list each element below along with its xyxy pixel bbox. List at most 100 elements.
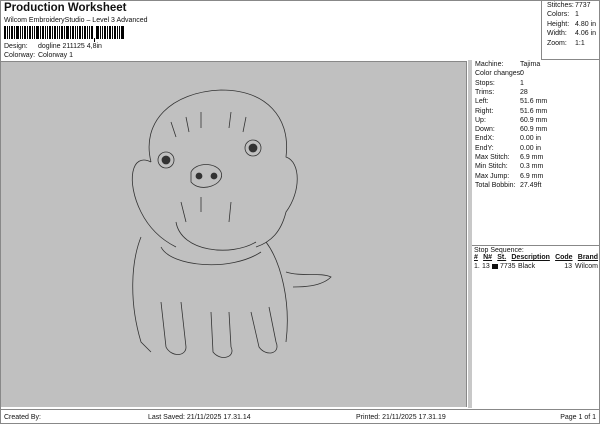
stop-sequence: Stop Sequence: # N# St. Description Code… — [472, 245, 600, 273]
barcode-bar — [96, 26, 99, 39]
barcode-bar — [59, 26, 60, 39]
stat-value: 0.00 in — [520, 135, 542, 143]
stat-value: 6.9 mm — [520, 172, 544, 180]
page-number: Page 1 of 1 — [560, 414, 596, 421]
stat-label: Stops: — [475, 79, 495, 87]
stat-row: Trims: 28 — [475, 89, 528, 96]
barcode-bar — [27, 26, 28, 39]
stat-label: EndY: — [475, 144, 494, 152]
summary-row: Zoom: 1:1 — [547, 40, 600, 49]
barcode-bar — [89, 26, 90, 39]
barcode-bar — [57, 26, 58, 39]
stat-value: 51.6 mm — [520, 98, 548, 106]
barcode-bar — [75, 26, 76, 39]
barcode-bar — [11, 26, 13, 39]
barcode-bar — [61, 26, 63, 39]
summary-label: Width: — [547, 30, 567, 38]
stat-label: Total Bobbin: — [475, 181, 516, 189]
barcode-bar — [20, 26, 21, 39]
stat-label: Left: — [475, 98, 489, 106]
barcode-bar — [72, 26, 74, 39]
summary-row: Height: 4.80 in — [547, 21, 600, 30]
summary-label: Zoom: — [547, 39, 567, 47]
barcode-bar — [77, 26, 78, 39]
stat-label: Max Stitch: — [475, 154, 510, 161]
col-n: N# — [483, 254, 493, 261]
created-by: Created By: — [4, 414, 41, 421]
colorway-label: Colorway: — [4, 52, 36, 59]
barcode-bar — [34, 26, 35, 39]
barcode-bar — [16, 26, 19, 39]
printed-date: Printed: 21/11/2025 17.31.19 — [356, 414, 446, 421]
stat-row: Max Stitch: 6.9 mm — [475, 154, 543, 161]
summary-value: 4.06 in — [575, 30, 597, 38]
barcode-bar — [64, 26, 65, 39]
color-swatch — [492, 264, 498, 269]
stat-row: Up: 60.9 mm — [475, 117, 547, 124]
footer: Created By: Last Saved: 21/11/2025 17.31… — [0, 409, 600, 424]
design-preview — [1, 61, 467, 407]
dog-embroidery-drawing — [131, 89, 332, 358]
barcode-bar — [117, 26, 118, 39]
colorway-row: Colorway: Colorway 1 — [4, 52, 73, 59]
stat-row: Color changes:0 — [475, 70, 524, 77]
stat-row: Max Jump: 6.9 mm — [475, 173, 543, 180]
stat-value: Tajima — [520, 61, 541, 68]
summary-value: 1 — [575, 11, 579, 19]
row-n: 13 — [482, 263, 490, 270]
stop-sequence-header: # N# St. Description Code Brand — [474, 254, 598, 263]
barcode-bar — [107, 26, 108, 39]
barcode-bar — [24, 26, 26, 39]
stat-label: Max Jump: — [475, 172, 510, 180]
stat-row: Stops: 1 — [475, 80, 524, 87]
barcode-bar — [47, 26, 48, 39]
barcode-bar — [36, 26, 39, 39]
row-code: 13 — [564, 263, 572, 270]
summary-row: Width: 4.06 in — [547, 30, 600, 39]
row-brand: Wilcom — [575, 263, 598, 270]
stat-label: Right: — [475, 107, 494, 115]
stat-label: Trims: — [475, 88, 495, 96]
stat-row: Right: 51.6 mm — [475, 108, 547, 115]
row-st: 7735 — [500, 263, 516, 270]
stat-label: Min Stitch: — [475, 163, 508, 171]
barcode-bar — [29, 26, 31, 39]
barcode-bar — [45, 26, 46, 39]
colorway-value: Colorway 1 — [37, 52, 73, 59]
col-brand: Brand — [577, 254, 598, 261]
summary-box: Stitches:7737 Colors: 1 Height: 4.80 in Width… — [541, 0, 600, 60]
stat-value: 27.49ft — [520, 181, 542, 189]
stat-row: Total Bobbin: 27.49ft — [475, 182, 541, 189]
last-saved: Last Saved: 21/11/2025 17.31.14 — [148, 414, 251, 421]
stat-value: 0.3 mm — [520, 163, 544, 171]
barcode-bar — [119, 26, 120, 39]
barcode-bar — [121, 26, 124, 39]
barcode-bar — [82, 26, 83, 39]
design-value: dogline 211125 4,8in — [37, 43, 102, 50]
col-code: Code — [555, 254, 573, 261]
barcode-bar — [79, 26, 81, 39]
row-num: 1. — [474, 263, 480, 270]
barcode-bar — [104, 26, 106, 39]
barcode-bar — [14, 26, 15, 39]
summary-row: Colors: 1 — [547, 11, 600, 20]
barcode — [4, 26, 159, 42]
stop-sequence-title: Stop Sequence: — [474, 247, 524, 254]
stat-value: 6.9 mm — [520, 154, 544, 161]
barcode-bar — [4, 26, 6, 39]
barcode-bar — [94, 38, 95, 42]
table-row: 1. 13 7735 Black 13 Wilcom — [474, 263, 598, 272]
col-description: Description — [511, 254, 550, 261]
barcode-bar — [87, 26, 88, 39]
stat-value: 51.6 mm — [520, 107, 548, 115]
stat-row: EndY: 0.00 in — [475, 145, 541, 152]
stats-panel: Machine: Tajima Color changes:0 Stops: 1 Trim… — [468, 60, 600, 408]
stat-value: 0.00 in — [520, 144, 542, 152]
barcode-bar — [22, 26, 23, 39]
col-num: # — [474, 254, 478, 261]
summary-label: Colors: — [547, 11, 570, 19]
barcode-bar — [100, 26, 101, 39]
stat-row: Down: 60.9 mm — [475, 126, 547, 133]
barcode-bar — [40, 26, 41, 39]
barcode-bar — [91, 26, 93, 39]
